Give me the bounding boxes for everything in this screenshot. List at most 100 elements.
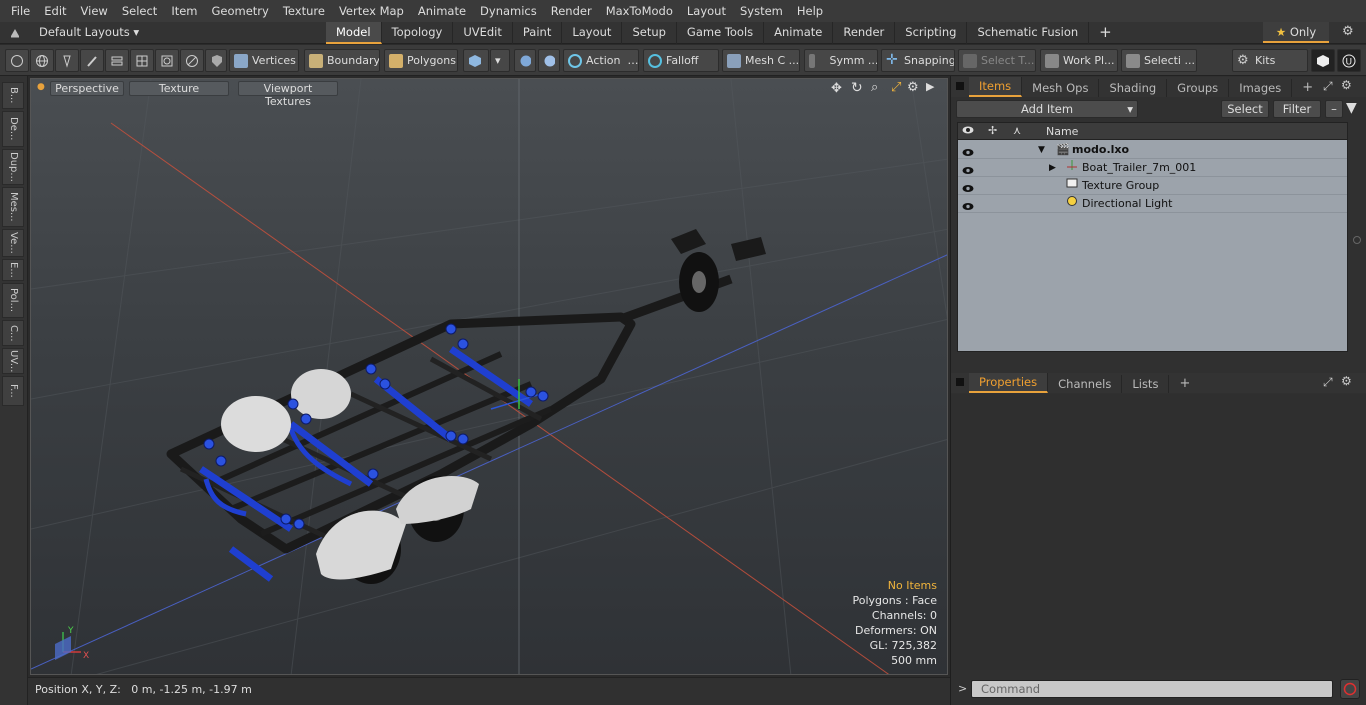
- render-column-icon[interactable]: ⋏: [1013, 124, 1021, 137]
- circle-select-icon[interactable]: [155, 49, 179, 72]
- menu-system[interactable]: System: [733, 0, 790, 22]
- tab-groups[interactable]: Groups: [1167, 79, 1230, 97]
- pan-icon[interactable]: ✥: [831, 81, 842, 96]
- viewport-textures-button[interactable]: Viewport Textures: [238, 81, 338, 108]
- tab-properties[interactable]: Properties: [969, 373, 1049, 393]
- gear-icon[interactable]: ⚙: [1342, 24, 1354, 39]
- sym-shield-icon[interactable]: [538, 49, 560, 72]
- tab-model[interactable]: Model: [326, 22, 382, 44]
- panel-maximize-icon[interactable]: ⤢: [1323, 79, 1333, 94]
- menu-geometry[interactable]: Geometry: [205, 0, 276, 22]
- rotate-icon[interactable]: ↻: [851, 80, 863, 96]
- tab-shading[interactable]: Shading: [1099, 79, 1168, 97]
- zoom-icon[interactable]: ⌕: [871, 80, 878, 95]
- tab-uvedit[interactable]: UVEdit: [453, 22, 513, 44]
- menu-animate[interactable]: Animate: [411, 0, 473, 22]
- snap-shield-icon[interactable]: [514, 49, 536, 72]
- menu-dynamics[interactable]: Dynamics: [473, 0, 544, 22]
- tab-topology[interactable]: Topology: [382, 22, 454, 44]
- unreal-icon[interactable]: U: [1337, 49, 1361, 72]
- tree-row-texture-group[interactable]: Texture Group: [958, 177, 1347, 195]
- eye-icon[interactable]: [962, 199, 974, 210]
- panel-maximize-icon[interactable]: ⤢: [1323, 375, 1333, 390]
- select-button[interactable]: Select: [1221, 100, 1269, 118]
- tab-animate[interactable]: Animate: [764, 22, 834, 44]
- menu-edit[interactable]: Edit: [37, 0, 73, 22]
- eye-icon[interactable]: [962, 145, 974, 156]
- left-tab-mesh-edit[interactable]: Mes...: [2, 187, 24, 227]
- left-tab-basic[interactable]: B...: [2, 82, 24, 109]
- lock-column-icon[interactable]: ✢: [988, 124, 997, 137]
- tab-scripting[interactable]: Scripting: [895, 22, 968, 44]
- left-tab-curve[interactable]: C...: [2, 320, 24, 346]
- left-tab-fusion[interactable]: F...: [2, 376, 24, 406]
- tab-layout[interactable]: Layout: [562, 22, 623, 44]
- selection-sets-button[interactable]: Selecti ...: [1121, 49, 1197, 72]
- tab-mesh-ops[interactable]: Mesh Ops: [1022, 79, 1100, 97]
- tab-paint[interactable]: Paint: [513, 22, 563, 44]
- expand-arrow-icon[interactable]: ▶: [926, 80, 934, 93]
- falloff-button[interactable]: Falloff: [643, 49, 719, 72]
- tab-render[interactable]: Render: [833, 22, 896, 44]
- select-through-button[interactable]: Select T...: [958, 49, 1036, 72]
- tab-game-tools[interactable]: Game Tools: [677, 22, 765, 44]
- symmetry-button[interactable]: Symm ...: [804, 49, 878, 72]
- left-tab-duplicate[interactable]: Dup...: [2, 149, 24, 185]
- add-tab-icon[interactable]: +: [1089, 22, 1122, 44]
- left-tab-vertex[interactable]: Ve...: [2, 229, 24, 257]
- menu-select[interactable]: Select: [115, 0, 164, 22]
- command-input[interactable]: Command: [971, 680, 1333, 698]
- chevron-down-icon[interactable]: ▾: [490, 49, 510, 72]
- filter-button[interactable]: Filter: [1273, 100, 1321, 118]
- action-center-button[interactable]: Action …: [563, 49, 639, 72]
- falloff-circle-icon[interactable]: [180, 49, 204, 72]
- mesh-constraints-button[interactable]: Mesh C ...: [722, 49, 800, 72]
- tab-channels[interactable]: Channels: [1048, 375, 1123, 393]
- 3d-viewport[interactable]: Y X ● Perspective Texture Viewport Textu…: [30, 78, 948, 675]
- eye-icon[interactable]: [962, 181, 974, 192]
- menu-maxtomodo[interactable]: MaxToModo: [599, 0, 680, 22]
- align-icon[interactable]: [105, 49, 129, 72]
- menu-vertex-map[interactable]: Vertex Map: [332, 0, 411, 22]
- tree-row-directional-light[interactable]: Directional Light: [958, 195, 1347, 213]
- add-item-dropdown[interactable]: Add Item ▾: [956, 100, 1138, 118]
- shield-icon[interactable]: [205, 49, 227, 72]
- select-circle-icon[interactable]: [5, 49, 29, 72]
- tree-row-scene[interactable]: ▼ 🎬 modo.lxo: [958, 141, 1347, 159]
- menu-item[interactable]: Item: [164, 0, 204, 22]
- tree-row-mesh[interactable]: ▶ Boat_Trailer_7m_001: [958, 159, 1347, 177]
- menu-render[interactable]: Render: [544, 0, 599, 22]
- kits-button[interactable]: ⚙ Kits: [1232, 49, 1308, 72]
- box-app-icon[interactable]: [1311, 49, 1335, 72]
- name-column-header[interactable]: Name: [1046, 125, 1078, 138]
- tab-setup[interactable]: Setup: [622, 22, 677, 44]
- tab-images[interactable]: Images: [1229, 79, 1293, 97]
- expand-right-icon[interactable]: ▶: [1049, 159, 1056, 177]
- grid-icon[interactable]: [130, 49, 154, 72]
- expand-down-icon[interactable]: ▼: [1038, 141, 1045, 159]
- only-toggle[interactable]: ★ Only: [1263, 22, 1329, 43]
- boundary-button[interactable]: Boundary: [304, 49, 380, 72]
- work-plane-button[interactable]: Work Pl...: [1040, 49, 1118, 72]
- panel-menu-icon[interactable]: [956, 378, 964, 386]
- snapping-button[interactable]: ✛ Snapping: [881, 49, 955, 72]
- funnel-icon[interactable]: ▼: [1346, 100, 1357, 116]
- tab-items[interactable]: Items: [969, 77, 1023, 97]
- left-tab-deform[interactable]: De...: [2, 111, 24, 147]
- collapse-icon[interactable]: –: [1325, 100, 1343, 118]
- menu-help[interactable]: Help: [790, 0, 830, 22]
- menu-layout[interactable]: Layout: [680, 0, 733, 22]
- left-tab-uv[interactable]: UV...: [2, 348, 24, 374]
- pen-icon[interactable]: [55, 49, 79, 72]
- tree-scrollbar[interactable]: [1353, 236, 1361, 244]
- left-tab-edge[interactable]: E...: [2, 259, 24, 281]
- eye-icon[interactable]: [962, 163, 974, 174]
- layout-arrow-icon[interactable]: [9, 26, 21, 38]
- viewport-gear-icon[interactable]: ⚙: [907, 80, 919, 95]
- record-button[interactable]: [1340, 679, 1360, 699]
- left-tab-polygon[interactable]: Pol...: [2, 283, 24, 318]
- add-panel-tab-icon[interactable]: +: [1169, 375, 1200, 393]
- brush-icon[interactable]: [80, 49, 104, 72]
- view-mode-button[interactable]: Perspective: [50, 81, 124, 96]
- vertices-button[interactable]: Vertices: [229, 49, 299, 72]
